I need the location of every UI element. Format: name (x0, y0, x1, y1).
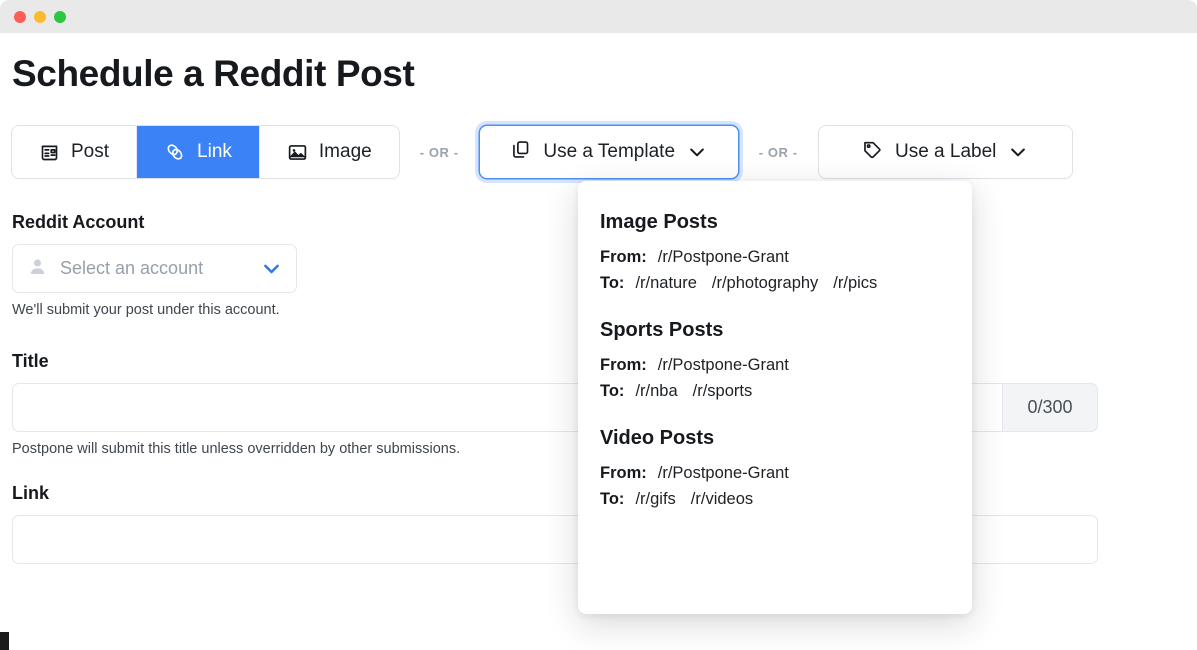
template-name: Image Posts (600, 211, 718, 233)
to-subreddit: /r/nature (635, 274, 697, 292)
chevron-down-icon (687, 142, 707, 162)
from-subreddit: /r/Postpone-Grant (657, 248, 789, 266)
maximize-window-button[interactable] (54, 11, 66, 23)
tab-link-label: Link (197, 141, 232, 163)
chevron-down-icon (261, 258, 282, 279)
user-icon (27, 256, 48, 282)
image-icon (287, 142, 308, 163)
tab-image[interactable]: Image (259, 126, 399, 179)
cursor-artifact (0, 632, 9, 650)
window-titlebar (0, 0, 1197, 33)
to-subreddit: /r/pics (833, 274, 878, 292)
template-to-row: To: /r/gifs /r/videos (600, 490, 950, 509)
from-label: From: (600, 464, 647, 482)
or-separator-2: - OR - (758, 144, 798, 160)
template-option-video-posts[interactable]: Video Posts From: /r/Postpone-Grant To: … (600, 427, 950, 509)
template-option-image-posts[interactable]: Image Posts From: /r/Postpone-Grant To: … (600, 211, 950, 293)
minimize-window-button[interactable] (34, 11, 46, 23)
tab-post-label: Post (71, 141, 110, 163)
use-a-template-label: Use a Template (543, 141, 676, 163)
template-name: Video Posts (600, 427, 715, 449)
close-window-button[interactable] (14, 11, 26, 23)
tab-post[interactable]: Post (12, 126, 138, 179)
use-a-label-label: Use a Label (894, 141, 997, 163)
template-to-row: To: /r/nba /r/sports (600, 382, 950, 401)
tab-link[interactable]: Link (137, 126, 260, 179)
from-label: From: (600, 248, 647, 266)
to-subreddit: /r/nba (635, 382, 678, 400)
source-selection-row: Post Link Image - OR - Use a Template - … (12, 126, 1185, 179)
template-from-row: From: /r/Postpone-Grant (600, 248, 950, 267)
post-type-tabs: Post Link Image (12, 126, 399, 179)
to-label: To: (600, 490, 625, 508)
title-character-counter: 0/300 (1002, 383, 1098, 433)
template-to-row: To: /r/nature /r/photography /r/pics (600, 274, 950, 293)
page-title: Schedule a Reddit Post (12, 53, 415, 94)
to-subreddit: /r/sports (692, 382, 753, 400)
template-from-row: From: /r/Postpone-Grant (600, 464, 950, 483)
to-label: To: (600, 382, 625, 400)
chevron-down-icon (1008, 142, 1028, 162)
or-separator-1: - OR - (419, 144, 459, 160)
newspaper-icon (39, 142, 60, 163)
link-icon (164, 141, 186, 163)
reddit-account-placeholder: Select an account (60, 258, 204, 279)
app-window: Schedule a Reddit Post Post Link Image -… (0, 0, 1197, 650)
template-dropdown-panel[interactable]: Image Posts From: /r/Postpone-Grant To: … (578, 181, 972, 614)
tag-icon (862, 139, 883, 166)
from-subreddit: /r/Postpone-Grant (657, 464, 789, 482)
copy-icon (510, 139, 531, 166)
from-label: From: (600, 356, 647, 374)
traffic-light-group (14, 11, 66, 23)
use-a-label-button[interactable]: Use a Label (818, 126, 1072, 179)
use-a-template-button[interactable]: Use a Template (479, 126, 738, 179)
tab-image-label: Image (318, 141, 372, 163)
to-label: To: (600, 274, 625, 292)
template-from-row: From: /r/Postpone-Grant (600, 356, 950, 375)
to-subreddit: /r/videos (690, 490, 754, 508)
from-subreddit: /r/Postpone-Grant (657, 356, 789, 374)
template-name: Sports Posts (600, 319, 724, 341)
to-subreddit: /r/photography (711, 274, 819, 292)
reddit-account-select[interactable]: Select an account (12, 244, 297, 294)
template-option-sports-posts[interactable]: Sports Posts From: /r/Postpone-Grant To:… (600, 319, 950, 401)
to-subreddit: /r/gifs (635, 490, 676, 508)
